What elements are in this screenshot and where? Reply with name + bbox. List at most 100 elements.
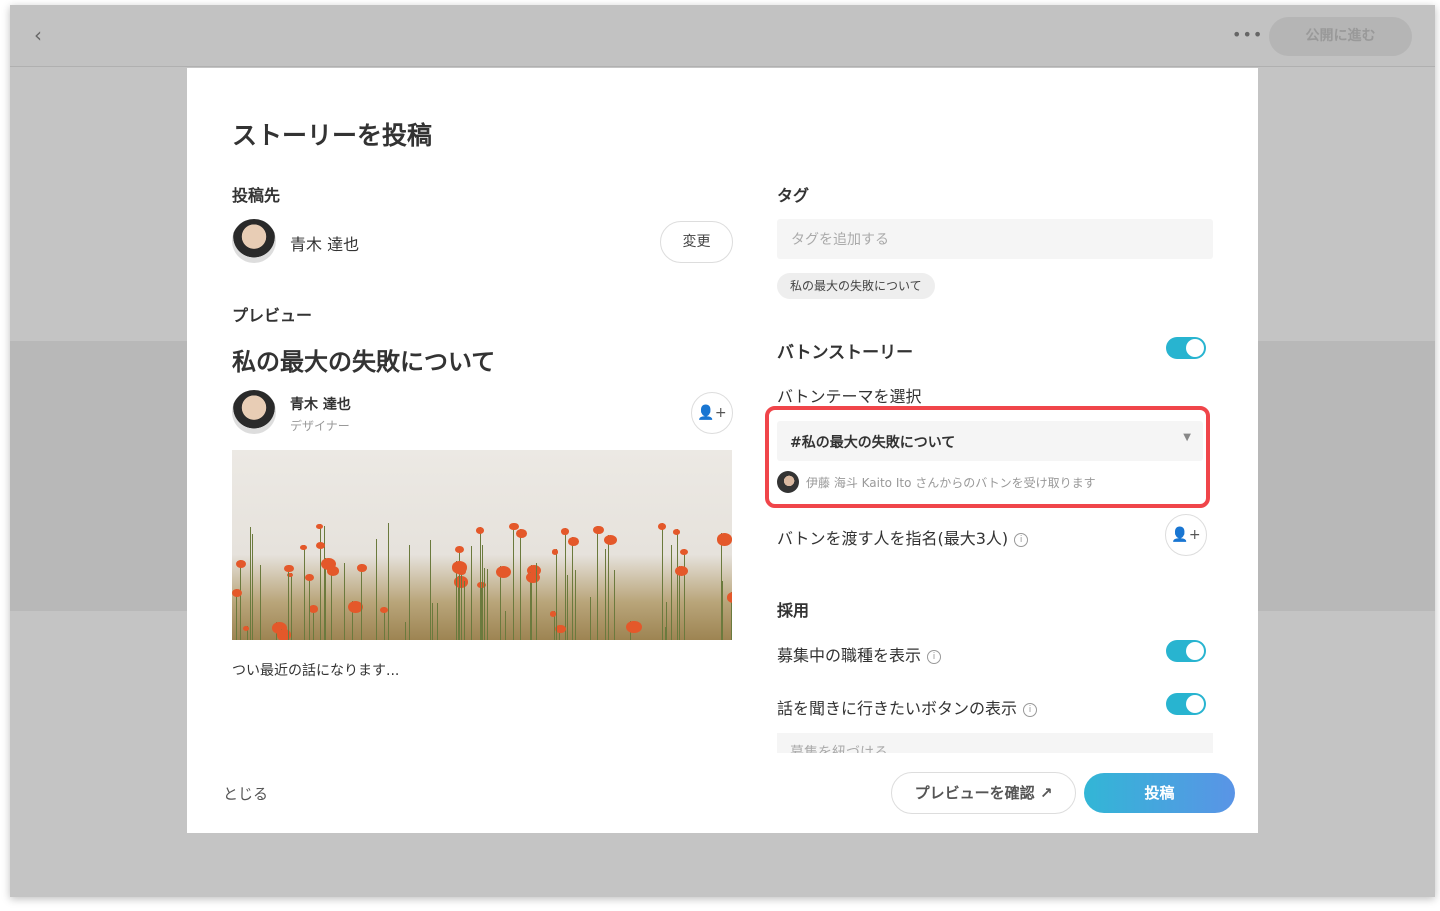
flower-stem [408, 545, 410, 640]
flower-stem [574, 570, 576, 640]
flower-stem [251, 533, 253, 640]
flower-stem [325, 557, 327, 640]
hiring-label: 採用 [777, 601, 810, 620]
more-dots-icon[interactable]: ••• [1232, 25, 1263, 44]
poppy-flower [476, 527, 485, 534]
poppy-flower [560, 528, 570, 536]
poppy-flower [657, 523, 667, 531]
poppy-flower [567, 537, 579, 547]
flower-stem [308, 574, 310, 640]
flower-stem [487, 568, 489, 640]
info-icon[interactable]: i [1023, 702, 1038, 717]
flower-stem [464, 580, 466, 640]
post-story-modal: ストーリーを投稿 投稿先 青木 達也 変更 プレビュー 私の最大の失敗について … [187, 68, 1258, 833]
poppy-flower [496, 566, 512, 579]
flower-stem [290, 572, 292, 640]
poppy-flower [551, 549, 559, 555]
flower-stem [361, 564, 363, 640]
show-visit-text: 話を聞きに行きたいボタンの表示 [777, 699, 1018, 718]
flower-stem [513, 522, 515, 640]
flower-stem [304, 544, 305, 640]
flower-stem [288, 564, 290, 640]
flower-stem [436, 603, 438, 640]
flower-stem [722, 581, 724, 640]
tag-input[interactable]: タグを追加する [777, 219, 1213, 259]
preview-story-title: 私の最大の失敗について [232, 348, 496, 376]
poppy-flower [674, 565, 688, 577]
show-jobs-toggle[interactable] [1166, 640, 1206, 662]
poppy-flower [235, 559, 246, 568]
change-button[interactable]: 変更 [660, 221, 733, 263]
tags-label: タグ [777, 186, 810, 205]
flower-stem [239, 559, 241, 640]
flower-stem [504, 611, 506, 640]
destination-user: 青木 達也 [290, 235, 360, 254]
external-link-icon: ↗ [1039, 784, 1053, 802]
flower-stem [320, 542, 322, 640]
flower-stem [670, 545, 672, 640]
info-icon[interactable]: i [927, 649, 942, 664]
tag-chip[interactable]: 私の最大の失敗について [777, 273, 935, 299]
flower-stem [676, 529, 678, 640]
top-bar: ‹ ••• 公開に進む [10, 5, 1435, 67]
preview-excerpt: つい最近の話になります... [232, 663, 400, 679]
poppy-flower [603, 534, 618, 546]
author-name: 青木 達也 [290, 397, 351, 413]
flower-stem [249, 526, 251, 640]
flower-stem [535, 563, 537, 640]
poppy-flower [242, 625, 250, 631]
poppy-flower [321, 557, 337, 570]
author-avatar [232, 390, 276, 434]
poppy-flower [716, 533, 732, 546]
cover-image [232, 450, 732, 640]
poppy-flower [300, 544, 307, 551]
info-icon[interactable]: i [1014, 532, 1029, 547]
flower-stem [614, 569, 616, 640]
poppy-flower [308, 605, 319, 613]
post-button[interactable]: 投稿 [1084, 773, 1235, 813]
show-jobs-text: 募集中の職種を表示 [777, 646, 922, 665]
flower-stem [564, 528, 566, 640]
show-visit-toggle[interactable] [1166, 693, 1206, 715]
flower-stem [461, 568, 463, 640]
poppy-flower [680, 549, 688, 556]
add-person-icon[interactable]: 👤+ [691, 392, 733, 434]
baton-story-toggle[interactable] [1166, 337, 1206, 359]
flower-stem [330, 566, 332, 640]
nominate-label-text: バトンを渡す人を指名(最大3人) [777, 529, 1009, 548]
preview-button[interactable]: プレビューを確認 ↗ [891, 772, 1076, 814]
poppy-flower [357, 564, 367, 572]
flower-stem [458, 545, 460, 640]
show-visit-label: 話を聞きに行きたいボタンの表示 i [777, 695, 1038, 719]
poppy-flower [284, 564, 295, 573]
poppy-flower [549, 611, 557, 617]
flower-stem [571, 537, 573, 640]
flower-stem [343, 563, 345, 640]
nominate-label: バトンを渡す人を指名(最大3人) i [777, 525, 1029, 549]
flower-stem [388, 523, 390, 640]
add-person-icon[interactable]: 👤+ [1165, 514, 1207, 556]
preview-label: プレビュー [232, 306, 313, 325]
modal-title: ストーリーを投稿 [232, 121, 433, 150]
flower-stem [404, 622, 406, 640]
flower-stem [596, 525, 598, 640]
baton-theme-value: #私の最大の失敗について [790, 435, 956, 451]
flower-stem [431, 602, 433, 640]
poppy-flower [286, 572, 293, 578]
close-button[interactable]: とじる [223, 783, 268, 804]
flower-stem [482, 545, 484, 640]
avatar [232, 219, 276, 263]
publish-button[interactable]: 公開に進む [1269, 17, 1412, 56]
baton-theme-label: バトンテーマを選択 [777, 387, 922, 406]
show-jobs-label: 募集中の職種を表示 i [777, 642, 942, 666]
poppy-flower [516, 529, 528, 539]
flower-stem [480, 527, 482, 640]
poppy-flower [625, 620, 642, 634]
job-link-placeholder: 募集を紐づける [790, 745, 888, 753]
chevron-left-icon[interactable]: ‹ [34, 23, 42, 47]
flower-stem [678, 565, 680, 640]
job-link-select[interactable]: 募集を紐づける [777, 733, 1213, 753]
baton-theme-select[interactable]: #私の最大の失敗について ▼ [777, 421, 1203, 461]
destination-label: 投稿先 [232, 186, 281, 205]
poppy-flower [451, 561, 467, 574]
